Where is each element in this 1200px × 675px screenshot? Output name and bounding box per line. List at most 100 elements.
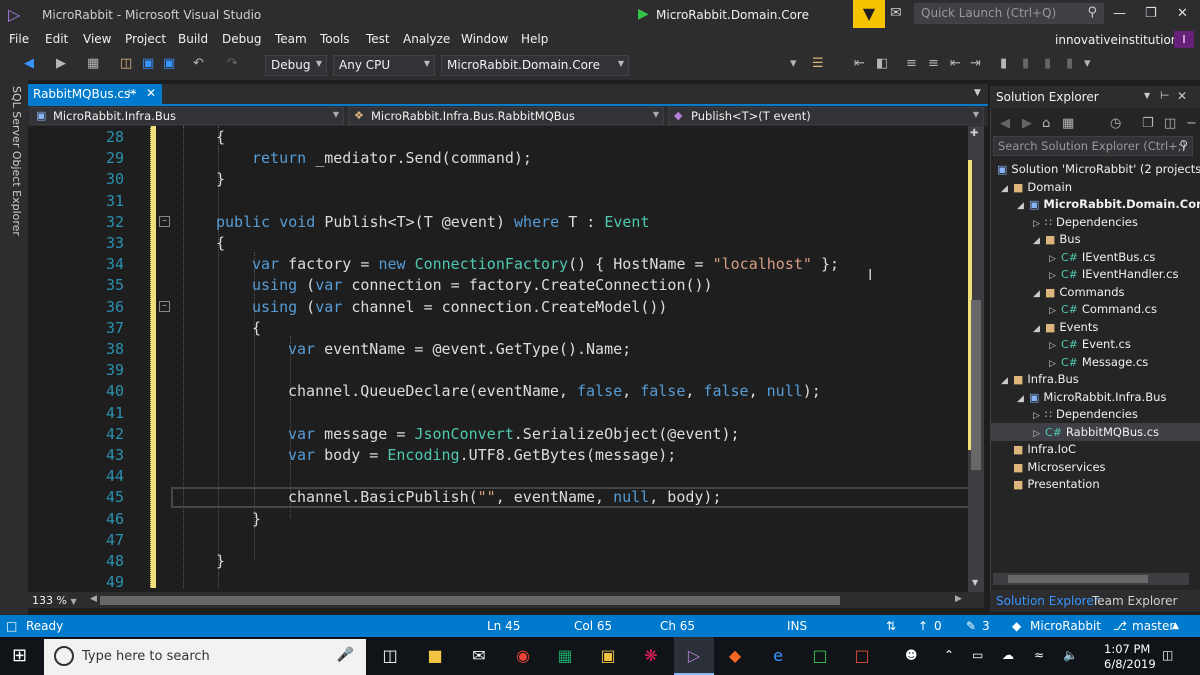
redo-icon[interactable]: ↷ <box>227 56 238 71</box>
code-line[interactable]: { <box>216 128 225 146</box>
code-line[interactable]: { <box>216 234 225 252</box>
excel-icon[interactable]: ▦ <box>554 645 576 667</box>
collapse-icon[interactable]: – <box>159 301 170 312</box>
show-all-files-icon[interactable]: ◫ <box>1164 116 1176 131</box>
pin-icon[interactable]: ⊢ <box>128 88 137 99</box>
collapsed-icon[interactable]: ▷ <box>1049 271 1061 281</box>
clear-bookmarks-icon[interactable]: ▮ <box>1066 56 1073 71</box>
next-bookmark-icon[interactable]: ▮ <box>1044 56 1051 71</box>
tree-item-presentation[interactable]: ■ Presentation <box>1013 477 1100 491</box>
push-arrow-icon[interactable]: ↑ <box>918 619 928 633</box>
collapsed-icon[interactable]: ▷ <box>1033 429 1045 439</box>
menu-tools[interactable]: Tools <box>320 32 350 46</box>
expanded-icon[interactable]: ◢ <box>1033 236 1045 246</box>
menu-build[interactable]: Build <box>178 32 208 46</box>
menu-file[interactable]: File <box>9 32 29 46</box>
menu-edit[interactable]: Edit <box>45 32 68 46</box>
tab-overflow-icon[interactable]: ▼ <box>974 88 981 98</box>
code-line[interactable]: return _mediator.Send(command); <box>252 149 532 167</box>
wifi-icon[interactable]: ≈ <box>1034 648 1044 662</box>
browser-link-icon[interactable]: ☰ <box>812 56 824 71</box>
expanded-icon[interactable]: ◢ <box>1001 184 1013 194</box>
quick-launch-input[interactable]: Quick Launch (Ctrl+Q) ⚲ <box>914 3 1104 24</box>
tree-item-domain-core[interactable]: ◢ ▣ MicroRabbit.Domain.Core <box>1017 197 1200 211</box>
collapsed-icon[interactable]: ▷ <box>1049 359 1061 369</box>
comment-out-icon[interactable]: ≡ <box>906 56 917 71</box>
tree-item-domain[interactable]: ◢ ■ Domain <box>1001 180 1072 194</box>
menu-team[interactable]: Team <box>275 32 307 46</box>
code-line[interactable]: channel.BasicPublish("", eventName, null… <box>288 488 722 506</box>
uncomment-icon[interactable]: ≡ <box>928 56 939 71</box>
collapse-all-icon[interactable]: ❐ <box>1142 116 1154 131</box>
tree-item-infra-bus-project[interactable]: ◢ ▣ MicroRabbit.Infra.Bus <box>1017 390 1166 404</box>
code-line[interactable]: using (var connection = factory.CreateCo… <box>252 276 713 294</box>
menu-test[interactable]: Test <box>366 32 390 46</box>
microphone-icon[interactable]: 🎤 <box>337 647 354 663</box>
decrease-indent-icon[interactable]: ⇤ <box>950 56 961 71</box>
code-editor[interactable]: – – 28 {29 return _mediator.Send(command);… <box>28 126 984 592</box>
code-line[interactable]: var factory = new ConnectionFactory() { … <box>252 255 839 273</box>
code-line[interactable]: { <box>252 319 261 337</box>
taskbar-search-box[interactable]: Type here to search 🎤 <box>44 639 366 675</box>
visual-studio-task-icon[interactable]: ▷ <box>683 645 705 667</box>
forward-icon[interactable]: ▶ <box>1022 116 1032 131</box>
undo-icon[interactable]: ↶ <box>193 56 204 71</box>
close-icon[interactable]: ✕ <box>146 86 156 100</box>
code-line[interactable]: var eventName = @event.GetType().Name; <box>288 340 631 358</box>
code-line[interactable]: var body = Encoding.UTF8.GetBytes(messag… <box>288 446 676 464</box>
code-line[interactable]: channel.QueueDeclare(eventName, false, f… <box>288 382 821 400</box>
clock-date[interactable]: 6/8/2019 <box>1104 657 1156 671</box>
menu-project[interactable]: Project <box>125 32 166 46</box>
repository-name[interactable]: MicroRabbit <box>1030 619 1101 633</box>
menu-analyze[interactable]: Analyze <box>403 32 450 46</box>
tree-item-events[interactable]: ◢ ■ Events <box>1033 320 1098 334</box>
tree-item-bus[interactable]: ◢ ■ Bus <box>1033 232 1081 246</box>
solution-explorer-scroll-thumb[interactable] <box>1008 575 1148 583</box>
camtasia-icon[interactable]: □ <box>809 645 831 667</box>
solution-explorer-search[interactable]: Search Solution Explorer (Ctrl+;) ⚲ <box>993 136 1193 156</box>
increase-indent-icon[interactable]: ⇥ <box>970 56 981 71</box>
account-name[interactable]: innovativeinstitution <box>1055 33 1178 47</box>
code-line[interactable]: } <box>216 552 225 570</box>
menu-help[interactable]: Help <box>521 32 548 46</box>
menu-window[interactable]: Window <box>461 32 508 46</box>
volume-icon[interactable]: 🔈 <box>1063 648 1078 662</box>
editor-scroll-thumb[interactable] <box>971 300 981 470</box>
type-dropdown[interactable]: ❖ MicroRabbit.Infra.Bus.RabbitMQBus ▼ <box>348 107 664 125</box>
pending-changes-filter-icon[interactable]: ◷ <box>1110 116 1121 131</box>
back-icon[interactable]: ◀ <box>1000 116 1010 131</box>
expanded-icon[interactable]: ◢ <box>1033 324 1045 334</box>
expanded-icon[interactable]: ◢ <box>1001 376 1013 386</box>
code-line[interactable]: using (var channel = connection.CreateMo… <box>252 298 667 316</box>
project-dropdown[interactable]: ▣ MicroRabbit.Infra.Bus ▼ <box>30 107 344 125</box>
open-file-icon[interactable]: ◫ <box>120 56 132 71</box>
menu-debug[interactable]: Debug <box>222 32 261 46</box>
tab-solution-explorer[interactable]: Solution Explorer <box>996 594 1099 608</box>
home-icon[interactable]: ⌂ <box>1042 116 1050 131</box>
pencil-icon[interactable]: ✎ <box>966 619 976 633</box>
member-dropdown[interactable]: ◆ Publish<T>(T event) ▼ <box>668 107 984 125</box>
edge-icon[interactable]: e <box>767 645 789 667</box>
expanded-icon[interactable]: ◢ <box>1017 394 1029 404</box>
prev-bookmark-icon[interactable]: ▮ <box>1022 56 1029 71</box>
collapsed-icon[interactable]: ▷ <box>1049 254 1061 264</box>
restore-icon[interactable]: ❐ <box>1145 6 1157 21</box>
scroll-left-icon[interactable]: ◀ <box>90 594 97 604</box>
unpushed-count[interactable]: 0 <box>934 619 942 633</box>
toolbar-overflow-icon[interactable]: ▾ <box>1084 56 1091 71</box>
code-line[interactable]: public void Publish<T>(T @event) where T… <box>216 213 650 231</box>
start-debugging-icon[interactable]: ▶ <box>638 6 649 22</box>
tree-item-infra-bus[interactable]: ◢ ■ Infra.Bus <box>1001 372 1079 386</box>
office-icon[interactable]: ◆ <box>724 645 746 667</box>
code-line[interactable]: } <box>252 510 261 528</box>
run-dropdown-icon[interactable]: ▾ <box>790 56 797 71</box>
tree-item-event[interactable]: ▷ C# Event.cs <box>1049 337 1131 351</box>
tab-team-explorer[interactable]: Team Explorer <box>1092 594 1178 608</box>
tree-item-infra-ioc[interactable]: ■ Infra.IoC <box>1013 442 1076 456</box>
panel-menu-icon[interactable]: ▼ <box>1144 91 1150 100</box>
branch-icon[interactable]: ⎇ <box>1113 619 1127 633</box>
step-into-icon[interactable]: ⇤ <box>854 56 865 71</box>
sql-server-object-explorer-tab[interactable]: SQL Server Object Explorer <box>5 86 23 236</box>
tree-item-microservices[interactable]: ■ Microservices <box>1013 460 1106 474</box>
properties-icon[interactable]: − <box>1186 116 1197 131</box>
